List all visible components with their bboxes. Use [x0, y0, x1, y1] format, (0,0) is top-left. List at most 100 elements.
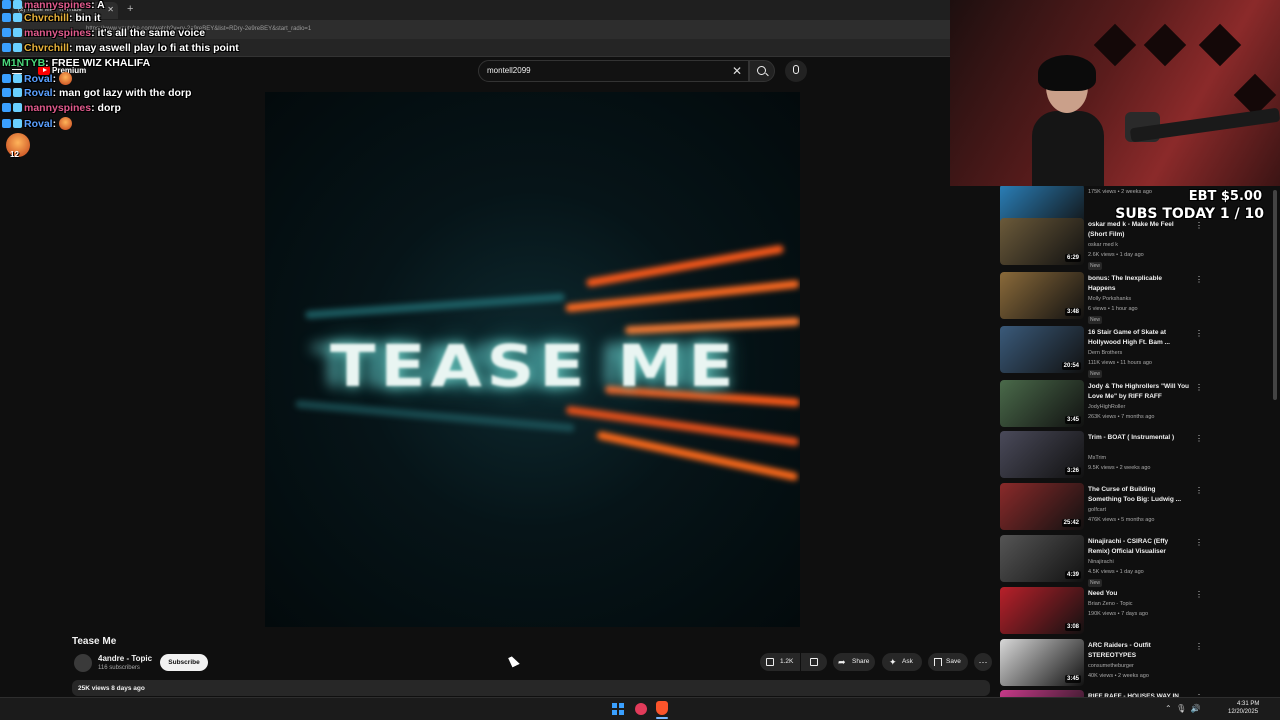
- streamer-figure: [1032, 55, 1104, 186]
- recommendation-meta: 2.6K views • 1 day ago: [1088, 252, 1144, 258]
- recommendation-title[interactable]: 16 Stair Game of Skate at Hollywood High…: [1088, 328, 1190, 348]
- more-options-icon[interactable]: ⋮: [1195, 590, 1203, 599]
- scrollbar[interactable]: [1273, 190, 1277, 400]
- video-thumbnail[interactable]: 3:08: [1000, 587, 1084, 634]
- more-options-icon[interactable]: ⋮: [1195, 275, 1203, 284]
- ask-button[interactable]: ✦ Ask: [882, 653, 922, 671]
- video-thumbnail[interactable]: 20:54: [1000, 326, 1084, 373]
- clock-date[interactable]: 12/20/2025: [1228, 709, 1258, 715]
- subscribe-button[interactable]: Subscribe: [160, 654, 208, 671]
- recommendation-channel[interactable]: MsTrim: [1088, 455, 1106, 461]
- more-options-icon[interactable]: ⋮: [1195, 329, 1203, 338]
- more-options-icon[interactable]: ⋮: [1195, 221, 1203, 230]
- youtube-music-app-icon[interactable]: [635, 703, 647, 715]
- recommendation-channel[interactable]: golfcart: [1088, 507, 1106, 513]
- chat-username[interactable]: Chvrchill: [24, 12, 69, 24]
- recommendation-item[interactable]: 3:48 bonus: The Inexplicable Happens Molly…: [1000, 272, 1205, 324]
- video-duration: 6:29: [1064, 254, 1081, 262]
- chat-message: mannyspines: dorp: [2, 102, 121, 114]
- recommendation-channel[interactable]: Brian Zeno - Topic: [1088, 601, 1133, 607]
- video-thumbnail[interactable]: 4:39: [1000, 535, 1084, 582]
- like-button[interactable]: 1.2K: [760, 653, 800, 671]
- new-badge: New: [1088, 316, 1103, 324]
- recommendation-item[interactable]: 3:26 Trim - BOAT ( Instrumental ) MsTrim 9.…: [1000, 431, 1205, 483]
- close-icon[interactable]: ✕: [732, 64, 742, 78]
- recommendation-item[interactable]: 6:29 oskar med k - Make Me Feel (Short Fi…: [1000, 218, 1205, 270]
- video-player[interactable]: TEASE ME: [265, 92, 800, 627]
- video-duration: 3:45: [1064, 675, 1081, 683]
- recommendation-title[interactable]: Trim - BOAT ( Instrumental ): [1088, 433, 1190, 443]
- description-box[interactable]: 25K views 8 days ago: [72, 680, 990, 696]
- system-tray[interactable]: ⌃ 🎙 🔊: [1165, 704, 1201, 713]
- recommendation-channel[interactable]: Dern Brothers: [1088, 350, 1122, 356]
- windows-start-icon[interactable]: [612, 703, 624, 715]
- chat-username[interactable]: Roval: [24, 87, 53, 99]
- recommendation-title[interactable]: Ninajirachi - CSIRAC (Effy Remix) Offici…: [1088, 537, 1190, 557]
- video-thumbnail[interactable]: 3:48: [1000, 272, 1084, 319]
- recommendation-item[interactable]: 20:54 16 Stair Game of Skate at Hollywood…: [1000, 326, 1205, 378]
- save-button[interactable]: Save: [928, 653, 968, 671]
- search-box[interactable]: ✕: [478, 60, 749, 82]
- share-button[interactable]: ➦ Share: [833, 653, 875, 671]
- search-input[interactable]: [487, 66, 717, 75]
- video-duration: 3:26: [1064, 467, 1081, 475]
- recommendation-title[interactable]: ARC Raiders - Outfit STEREOTYPES: [1088, 641, 1190, 661]
- recommendation-title[interactable]: bonus: The Inexplicable Happens: [1088, 274, 1190, 294]
- recommendation-meta: 175K views • 2 weeks ago: [1088, 189, 1152, 195]
- chat-message: M1NTYB: FREE WIZ KHALIFA: [2, 57, 150, 69]
- recommendation-channel[interactable]: Ninajirachi: [1088, 559, 1114, 565]
- chat-username[interactable]: Roval: [24, 73, 53, 85]
- recommendation-channel[interactable]: JodyHighRoller: [1088, 404, 1125, 410]
- chat-badge-icon: [13, 13, 22, 22]
- more-options-icon[interactable]: ⋮: [1195, 538, 1203, 547]
- chat-username[interactable]: mannyspines: [24, 27, 91, 39]
- recommendation-item[interactable]: 3:08 Need You Brian Zeno - Topic 190K views…: [1000, 587, 1205, 639]
- recommendation-item[interactable]: 3:45 Jody & The Highrollers "Will You Lov…: [1000, 380, 1205, 432]
- chat-badge-icon: [2, 13, 11, 22]
- recommendation-title[interactable]: Need You: [1088, 589, 1190, 599]
- thumbs-up-icon: [766, 658, 774, 666]
- chat-message: Roval:: [2, 117, 73, 130]
- video-duration: 3:48: [1064, 308, 1081, 316]
- channel-avatar[interactable]: [74, 654, 92, 672]
- more-options-icon[interactable]: ⋮: [1195, 434, 1203, 443]
- channel-subscribers: 116 subscribers: [98, 665, 140, 671]
- chat-text: dorp: [97, 102, 121, 114]
- chat-message: Chvrchill: bin it: [2, 12, 100, 24]
- recommendation-item[interactable]: 3:45 ARC Raiders - Outfit STEREOTYPES cons…: [1000, 639, 1205, 691]
- recommendation-channel[interactable]: consumetheburger: [1088, 663, 1134, 669]
- more-actions-button[interactable]: ⋯: [974, 653, 992, 671]
- recommendation-channel[interactable]: oskar med k: [1088, 242, 1118, 248]
- more-options-icon[interactable]: ⋮: [1195, 383, 1203, 392]
- more-options-icon[interactable]: ⋮: [1195, 486, 1203, 495]
- voice-search-button[interactable]: [785, 60, 807, 82]
- search-button[interactable]: [749, 60, 775, 82]
- recommendation-item[interactable]: 25:42 The Curse of Building Something Too…: [1000, 483, 1205, 535]
- recommendation-meta: 40K views • 2 weeks ago: [1088, 673, 1149, 679]
- dislike-button[interactable]: [801, 653, 827, 671]
- recommendation-title[interactable]: Jody & The Highrollers "Will You Love Me…: [1088, 382, 1190, 402]
- video-thumbnail[interactable]: 3:26: [1000, 431, 1084, 478]
- chat-username[interactable]: Roval: [24, 118, 53, 130]
- chat-emote-icon: [59, 117, 73, 130]
- clock-time[interactable]: 4:31 PM: [1237, 701, 1259, 707]
- video-thumbnail[interactable]: 25:42: [1000, 483, 1084, 530]
- video-thumbnail[interactable]: 3:45: [1000, 380, 1084, 427]
- video-duration: 4:39: [1064, 571, 1081, 579]
- channel-name[interactable]: 4andre - Topic: [98, 654, 152, 663]
- video-thumbnail[interactable]: 3:45: [1000, 639, 1084, 686]
- video-thumbnail[interactable]: 6:29: [1000, 218, 1084, 265]
- brave-browser-icon[interactable]: [656, 701, 668, 715]
- chat-username[interactable]: mannyspines: [24, 102, 91, 114]
- ask-label: Ask: [902, 658, 913, 665]
- chat-message: Roval: man got lazy with the dorp: [2, 87, 191, 99]
- share-icon: ➦: [838, 657, 846, 667]
- chat-username[interactable]: mannyspines: [24, 0, 91, 11]
- recommendation-item[interactable]: 4:39 Ninajirachi - CSIRAC (Effy Remix) Of…: [1000, 535, 1205, 587]
- recommendation-channel[interactable]: Molly Porkshanks: [1088, 296, 1131, 302]
- more-options-icon[interactable]: ⋮: [1195, 642, 1203, 651]
- chat-username[interactable]: M1NTYB: [2, 57, 45, 69]
- chat-username[interactable]: Chvrchill: [24, 42, 69, 54]
- recommendation-title[interactable]: oskar med k - Make Me Feel (Short Film): [1088, 220, 1190, 240]
- recommendation-title[interactable]: The Curse of Building Something Too Big:…: [1088, 485, 1190, 505]
